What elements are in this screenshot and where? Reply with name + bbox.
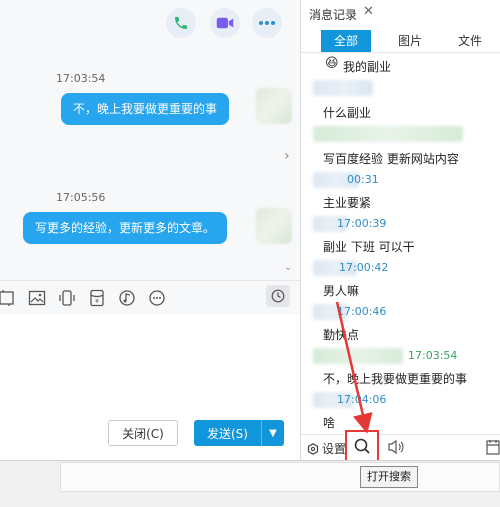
speaker-icon[interactable]	[387, 439, 405, 455]
tab-images[interactable]: 图片	[387, 30, 433, 52]
video-camera-icon	[216, 17, 234, 29]
history-message-list[interactable]: 😆 我的副业 什么副业 写百度经验 更新网站内容 00:31 主业要紧 17:0…	[301, 54, 500, 434]
app-window: 17:03:54 不，晚上我要做更重要的事 › 17:05:56 写更多的经验，…	[0, 0, 500, 507]
screenshot-icon[interactable]	[0, 289, 16, 307]
settings-label: 设置	[322, 442, 347, 456]
chevron-right-icon[interactable]: ›	[284, 148, 290, 164]
list-item: 男人嘛	[323, 284, 360, 298]
list-item: 副业 下班 可以干	[323, 240, 415, 254]
chevron-down-icon[interactable]: ⌄	[284, 262, 292, 273]
list-item: 啥	[323, 416, 336, 430]
message-bubble: 写更多的经验，更新更多的文章。	[23, 212, 228, 244]
chat-area: 17:03:54 不，晚上我要做更重要的事 › 17:05:56 写更多的经验，…	[0, 0, 300, 460]
phone-icon	[175, 17, 187, 29]
panel-title: 消息记录	[309, 8, 358, 22]
search-tooltip: 打开搜索	[360, 466, 418, 488]
emoji-icon: 😆	[325, 56, 339, 71]
message-bubble: 不，晚上我要做更重要的事	[61, 93, 230, 125]
message-time: 17:00:42	[339, 261, 389, 274]
message-history-button[interactable]	[266, 285, 290, 307]
history-toolbar: 设置	[301, 430, 500, 462]
gear-icon	[307, 442, 319, 455]
search-icon	[354, 438, 370, 454]
sender-name	[313, 348, 403, 364]
history-tabs: 全部 图片 文件	[301, 30, 500, 53]
music-icon[interactable]	[118, 289, 136, 307]
voice-call-button[interactable]	[166, 8, 196, 38]
message-time: 17:04:06	[337, 393, 387, 406]
list-item: 不，晚上我要做更重要的事	[323, 372, 468, 386]
chevron-down-icon[interactable]: ▼	[261, 420, 284, 446]
list-item: 写百度经验 更新网站内容	[323, 152, 459, 166]
vibrate-icon[interactable]	[58, 289, 76, 307]
more-options-icon[interactable]	[148, 289, 166, 307]
image-icon[interactable]	[28, 289, 46, 307]
tab-all[interactable]: 全部	[321, 30, 371, 52]
tab-files[interactable]: 文件	[447, 30, 493, 52]
message-time: 17:00:39	[337, 217, 387, 230]
sender-name	[313, 126, 463, 142]
list-item: 什么副业	[323, 106, 372, 120]
calendar-icon[interactable]	[486, 439, 500, 455]
message-time: 17:03:54	[56, 72, 106, 85]
avatar	[256, 88, 292, 124]
video-call-button[interactable]	[210, 8, 240, 38]
message-time: 17:05:56	[56, 191, 106, 204]
more-button[interactable]	[252, 8, 282, 38]
list-item: 主业要紧	[323, 196, 372, 210]
message-time: 00:31	[347, 173, 379, 186]
svg-text:¥: ¥	[95, 298, 99, 305]
close-button[interactable]: 关闭(C)	[108, 420, 178, 446]
avatar	[256, 208, 292, 244]
sender-name	[313, 80, 373, 96]
list-item: 我的副业	[343, 60, 392, 74]
send-button-label: 发送(S)	[207, 426, 248, 441]
background-input-area	[60, 462, 500, 492]
message-time: 17:03:54	[408, 349, 458, 362]
clock-icon	[271, 289, 285, 303]
input-toolbar: ¥	[0, 280, 300, 315]
settings-button[interactable]: 设置	[307, 440, 346, 457]
red-packet-icon[interactable]: ¥	[88, 289, 106, 307]
search-button[interactable]	[345, 430, 379, 462]
list-item: 勤快点	[323, 328, 360, 342]
message-history-panel: 消息记录 ✕ 全部 图片 文件 😆 我的副业 什么副业 写百度经验 更新网站内容…	[300, 0, 500, 462]
message-time: 17:00:46	[337, 305, 387, 318]
send-button[interactable]: 发送(S) ▼	[194, 420, 284, 446]
close-icon[interactable]: ✕	[363, 4, 374, 19]
more-dots-icon	[259, 21, 275, 25]
